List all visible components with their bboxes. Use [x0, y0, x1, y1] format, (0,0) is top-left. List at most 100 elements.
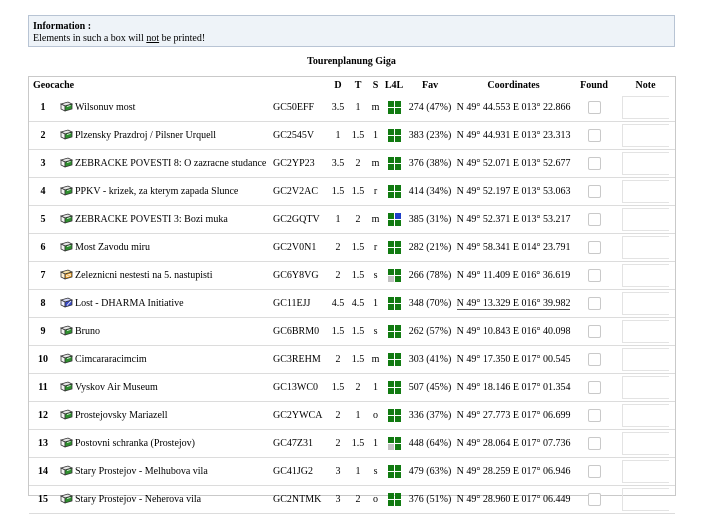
l4l-cell: [394, 388, 401, 394]
difficulty-value: 2: [328, 401, 349, 430]
found-checkbox[interactable]: [587, 493, 601, 506]
found-checkbox[interactable]: [587, 437, 601, 450]
cache-code: GC11EJJ: [273, 289, 329, 318]
difficulty-value: 2: [328, 233, 349, 262]
l4l-cell: [387, 297, 394, 303]
size-value: 1: [368, 121, 384, 150]
info-text-not: not: [146, 32, 160, 44]
l4l-grid: [387, 325, 401, 338]
terrain-value: 1: [348, 401, 369, 430]
terrain-value: 2: [348, 149, 369, 178]
found-checkbox[interactable]: [587, 185, 601, 198]
l4l-cell: [387, 185, 394, 191]
header-note: Note: [635, 80, 656, 91]
found-checkbox[interactable]: [587, 213, 601, 226]
found-checkbox[interactable]: [587, 409, 601, 422]
l4l-cell: [394, 269, 401, 275]
cache-name: Vyskov Air Museum: [75, 373, 273, 402]
l4l-cell: [394, 248, 401, 254]
size-value: 1: [368, 289, 384, 318]
fav-value: 274 (47%): [405, 94, 456, 122]
note-field[interactable]: [622, 376, 670, 399]
note-field[interactable]: [622, 236, 670, 259]
note-field[interactable]: [622, 404, 670, 427]
row-number: 2: [29, 121, 57, 150]
table-row: 9 Bruno GC6BRM0 1.5 1.5 s 262 (57%) N 49° 10.84…: [29, 317, 676, 346]
coordinates-value: N 49° 52.371 E 013° 53.217: [456, 214, 571, 225]
note-field[interactable]: [622, 208, 670, 231]
difficulty-value: 3.5: [328, 94, 349, 122]
found-checkbox[interactable]: [587, 297, 601, 310]
l4l-cell: [394, 465, 401, 471]
l4l-cell: [387, 101, 394, 107]
coordinates-value: N 49° 44.931 E 013° 23.313: [456, 130, 571, 141]
cache-code: GC6BRM0: [273, 317, 329, 346]
note-field[interactable]: [622, 264, 670, 287]
cache-name: Most Zavodu miru: [75, 233, 273, 262]
l4l-grid: [387, 409, 401, 422]
mystery-cache-icon: [59, 297, 73, 311]
row-number: 8: [29, 289, 57, 318]
coordinates-value: N 49° 27.773 E 017° 06.699: [456, 410, 571, 421]
found-checkbox[interactable]: [587, 241, 601, 254]
table-header-row: Geocache D T S L4L Fav Coordinates Found…: [29, 77, 675, 94]
cache-code: GC2NTMK: [273, 485, 329, 514]
note-field[interactable]: [622, 488, 670, 511]
cache-name: Cimcararacimcim: [75, 345, 273, 374]
fav-value: 479 (63%): [405, 457, 456, 486]
l4l-grid: [387, 493, 401, 506]
found-checkbox[interactable]: [587, 269, 601, 282]
row-number: 1: [29, 94, 57, 122]
difficulty-value: 1: [328, 205, 349, 234]
l4l-cell: [394, 220, 401, 226]
traditional-cache-icon: [59, 241, 73, 255]
l4l-cell: [387, 381, 394, 387]
terrain-value: 1: [348, 457, 369, 486]
found-checkbox[interactable]: [587, 157, 601, 170]
coordinates-value: N 49° 28.064 E 017° 07.736: [456, 438, 571, 449]
note-field[interactable]: [622, 348, 670, 371]
l4l-cell: [394, 297, 401, 303]
coordinates-value: N 49° 28.960 E 017° 06.449: [456, 494, 571, 505]
l4l-cell: [394, 325, 401, 331]
traditional-cache-icon: [59, 493, 73, 507]
terrain-value: 1.5: [348, 345, 369, 374]
fav-value: 336 (37%): [405, 401, 456, 430]
table-row: 7 Zeleznicni nestesti na 5. nastupisti GC6…: [29, 261, 676, 290]
note-field[interactable]: [622, 96, 670, 119]
found-checkbox[interactable]: [587, 465, 601, 478]
size-value: 1: [368, 429, 384, 458]
found-checkbox[interactable]: [587, 381, 601, 394]
l4l-cell: [394, 108, 401, 114]
l4l-cell: [387, 437, 394, 443]
note-field[interactable]: [622, 292, 670, 315]
terrain-value: 1.5: [348, 317, 369, 346]
traditional-cache-icon: [59, 465, 73, 479]
note-field[interactable]: [622, 320, 670, 343]
l4l-cell: [387, 444, 394, 450]
fav-value: 262 (57%): [405, 317, 456, 346]
traditional-cache-icon: [59, 437, 73, 451]
found-checkbox[interactable]: [587, 353, 601, 366]
found-checkbox[interactable]: [587, 325, 601, 338]
table-row: 8 Lost - DHARMA Initiative GC11EJJ 4.5 4.5 1 3…: [29, 289, 676, 318]
size-value: s: [368, 261, 384, 290]
note-field[interactable]: [622, 460, 670, 483]
cache-code: GC2545V: [273, 121, 329, 150]
found-checkbox[interactable]: [587, 101, 601, 114]
l4l-grid: [387, 297, 401, 310]
l4l-cell: [387, 108, 394, 114]
row-number: 5: [29, 205, 57, 234]
coordinates-value: N 49° 17.350 E 017° 00.545: [456, 354, 571, 365]
cache-code: GC2YP23: [273, 149, 329, 178]
cache-code: GC3REHM: [273, 345, 329, 374]
found-checkbox[interactable]: [587, 129, 601, 142]
note-field[interactable]: [622, 152, 670, 175]
note-field[interactable]: [622, 180, 670, 203]
note-field[interactable]: [622, 124, 670, 147]
l4l-cell: [387, 416, 394, 422]
l4l-cell: [387, 248, 394, 254]
row-number: 4: [29, 177, 57, 206]
note-field[interactable]: [622, 432, 670, 455]
cache-name: ZEBRACKE POVESTI 8: O zazracne studance: [75, 149, 273, 178]
